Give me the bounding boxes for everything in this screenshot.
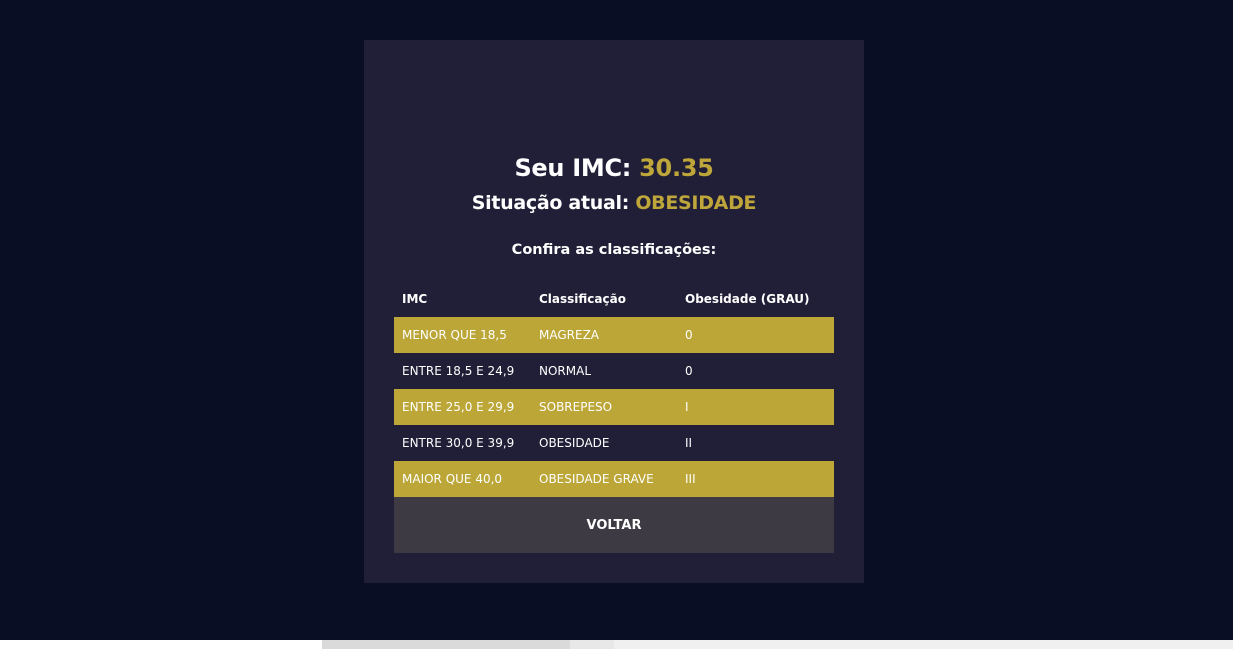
taskbar: [0, 640, 1233, 649]
status-line: Situação atual: OBESIDADE: [364, 190, 864, 216]
cell-grade: I: [685, 400, 689, 414]
cell-imc: ENTRE 25,0 E 29,9: [402, 400, 515, 414]
cell-imc: ENTRE 30,0 E 39,9: [402, 436, 515, 450]
table-header-row: IMC Classificação Obesidade (GRAU): [394, 280, 834, 317]
result-card: Seu IMC: 30.35 Situação atual: OBESIDADE…: [364, 40, 864, 583]
status-value: OBESIDADE: [635, 192, 757, 214]
cell-grade: III: [685, 472, 696, 486]
cell-classification: MAGREZA: [539, 328, 599, 342]
cell-grade: 0: [685, 328, 693, 342]
cell-imc: ENTRE 18,5 E 24,9: [402, 364, 515, 378]
cell-classification: OBESIDADE: [539, 436, 610, 450]
cell-grade: 0: [685, 364, 693, 378]
table-row: ENTRE 18,5 E 24,9 NORMAL 0: [394, 353, 834, 389]
header-obesity-grade: Obesidade (GRAU): [685, 291, 810, 306]
imc-value: 30.35: [639, 154, 714, 182]
imc-label: Seu IMC:: [514, 154, 632, 182]
table-row: ENTRE 30,0 E 39,9 OBESIDADE II: [394, 425, 834, 461]
cell-classification: SOBREPESO: [539, 400, 613, 414]
header-classification: Classificação: [539, 291, 626, 306]
cell-grade: II: [685, 436, 693, 450]
imc-title: Seu IMC: 30.35: [364, 152, 864, 184]
taskbar-start-area[interactable]: [0, 640, 322, 649]
cell-classification: NORMAL: [539, 364, 592, 378]
cell-imc: MENOR QUE 18,5: [402, 328, 507, 342]
status-label: Situação atual:: [471, 192, 630, 214]
cell-imc: MAIOR QUE 40,0: [402, 472, 503, 486]
back-button[interactable]: VOLTAR: [394, 497, 834, 553]
taskbar-active-app[interactable]: [570, 640, 614, 649]
table-row: ENTRE 25,0 E 29,9 SOBREPESO I: [394, 389, 834, 425]
table-row: MAIOR QUE 40,0 OBESIDADE GRAVE III: [394, 461, 834, 497]
cell-classification: OBESIDADE GRAVE: [539, 472, 654, 486]
table-row: MENOR QUE 18,5 MAGREZA 0: [394, 317, 834, 353]
classification-table: IMC Classificação Obesidade (GRAU) MENOR…: [394, 280, 834, 497]
classification-heading: Confira as classificações:: [511, 242, 717, 258]
taskbar-apps-area[interactable]: [322, 640, 570, 649]
header-imc: IMC: [402, 291, 428, 306]
